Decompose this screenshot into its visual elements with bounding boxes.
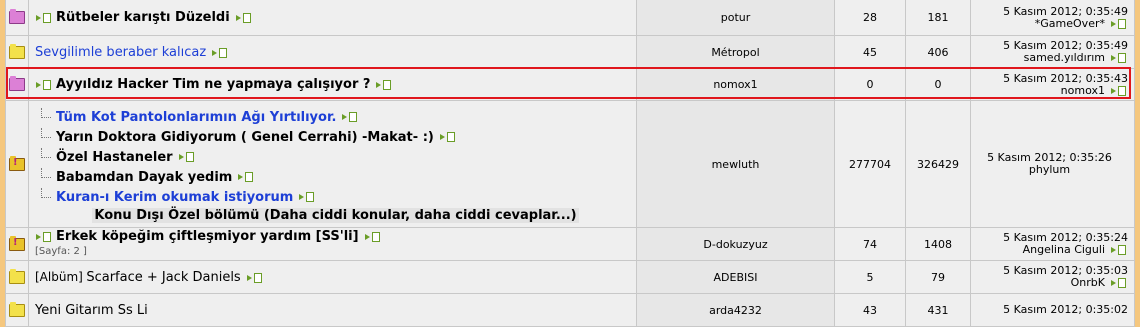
sub-topic-link[interactable]: Yarın Doktora Gidiyorum ( Genel Cerrahi)… [56,130,434,145]
go-to-last-icon[interactable] [178,152,196,162]
topic-table: Rütbeler karıştı Düzeldi potur 28 181 5 … [5,0,1135,327]
sub-topic-link[interactable]: Tüm Kot Pantolonlarımın Ağı Yırtılıyor. [56,110,336,125]
last-post-user[interactable]: nomox1 [1061,84,1105,97]
go-to-last-icon[interactable] [375,80,393,90]
tree-line-icon [41,187,51,198]
last-post-user[interactable]: phylum [1029,163,1070,176]
go-to-last-post-icon[interactable] [1110,18,1128,29]
topic-author[interactable]: potur [636,0,835,36]
go-to-last-post-icon[interactable] [1110,245,1128,255]
folder-icon [5,35,29,69]
view-count: 79 [905,260,971,294]
go-to-new-icon[interactable] [35,80,53,90]
topic-title-link[interactable]: Ayyıldız Hacker Tim ne yapmaya çalışıyor… [56,77,370,92]
last-post-user[interactable]: OnrbK [1071,276,1105,289]
topic-author[interactable]: nomox1 [636,68,835,101]
folder-icon [5,293,29,327]
topic-prefix: [Albüm] [35,269,83,284]
go-to-last-icon[interactable] [235,13,253,23]
topic-author[interactable]: mewluth [636,100,835,228]
topic-author[interactable]: Métropol [636,35,835,69]
go-to-new-icon[interactable] [35,13,53,23]
reply-count: 43 [834,293,906,327]
topic-title-link[interactable]: Scarface + Jack Daniels [86,270,240,285]
go-to-new-icon[interactable] [35,231,53,242]
sub-topic: Tüm Kot Pantolonlarımın Ağı Yırtılıyor. [35,107,636,128]
view-count: 326429 [905,100,971,228]
go-to-last-post-icon[interactable] [1110,85,1128,96]
tree-line-icon [41,107,51,118]
topic-title-link[interactable]: Rütbeler karıştı Düzeldi [56,10,230,25]
table-row: Ayyıldız Hacker Tim ne yapmaya çalışıyor… [5,68,1135,101]
go-to-last-icon[interactable] [439,132,457,142]
reply-count: 74 [834,227,906,261]
table-row: Tüm Kot Pantolonlarımın Ağı Yırtılıyor. … [5,100,1135,228]
reply-count: 45 [834,35,906,69]
go-to-last-icon[interactable] [341,112,359,122]
hot-folder-icon [5,100,29,228]
view-count: 181 [905,0,971,36]
go-to-last-icon[interactable] [246,272,264,283]
view-count: 406 [905,35,971,69]
tree-line-icon [41,167,51,178]
view-count: 431 [905,293,971,327]
sub-topic: Babamdan Dayak yedim [35,167,636,188]
reply-count: 277704 [834,100,906,228]
sub-topic-link[interactable]: Özel Hastaneler [56,150,173,165]
last-post-date: 5 Kasım 2012; 0:35:02 [1003,303,1128,316]
folder-icon [5,260,29,294]
forum-frame: Rütbeler karıştı Düzeldi potur 28 181 5 … [0,0,1140,327]
table-row: [Albüm] Scarface + Jack Daniels ADEBISI … [5,260,1135,294]
topic-title-link[interactable]: Sevgilimle beraber kalıcaz [35,45,206,60]
sub-topic-link[interactable]: Babamdan Dayak yedim [56,170,232,185]
section-link[interactable]: Konu Dışı Özel bölümü (Daha ciddi konula… [92,207,579,223]
topic-author[interactable]: D-dokuzyuz [636,227,835,261]
tree-line-icon [41,147,51,158]
go-to-last-icon[interactable] [237,172,255,182]
go-to-last-icon[interactable] [298,192,316,202]
folder-icon [5,68,29,101]
topic-title-link[interactable]: Yeni Gitarım Ss Li [35,303,148,318]
last-post-user[interactable]: Angelina Ciguli [1023,243,1105,256]
reply-count: 0 [834,68,906,101]
table-row: Sevgilimle beraber kalıcaz Métropol 45 4… [5,35,1135,69]
go-to-last-post-icon[interactable] [1110,278,1128,288]
view-count: 1408 [905,227,971,261]
table-row: Yeni Gitarım Ss Li arda4232 43 431 5 Kas… [5,293,1135,327]
go-to-last-icon[interactable] [211,47,229,58]
hot-folder-icon [5,227,29,261]
table-row: Rütbeler karıştı Düzeldi potur 28 181 5 … [5,0,1135,36]
page-links[interactable]: [Sayfa: 2 ] [35,246,87,257]
sub-topic-link[interactable]: Kuran-ı Kerim okumak istiyorum [56,190,293,205]
go-to-last-icon[interactable] [364,231,382,242]
folder-icon [5,0,29,36]
table-row: Erkek köpeğim çiftleşmiyor yardım [SS'li… [5,227,1135,261]
topic-author[interactable]: ADEBISI [636,260,835,294]
reply-count: 5 [834,260,906,294]
last-post-user[interactable]: *GameOver* [1035,17,1105,30]
view-count: 0 [905,68,971,101]
sub-topic: Yarın Doktora Gidiyorum ( Genel Cerrahi)… [35,127,636,148]
sub-topic: Kuran-ı Kerim okumak istiyorum [35,187,636,208]
tree-line-icon [41,127,51,138]
sub-topic: Özel Hastaneler [35,147,636,168]
topic-title-link[interactable]: Erkek köpeğim çiftleşmiyor yardım [SS'li… [56,229,359,244]
reply-count: 28 [834,0,906,36]
last-post-user[interactable]: samed.yıldırım [1024,51,1105,64]
topic-author[interactable]: arda4232 [636,293,835,327]
go-to-last-post-icon[interactable] [1110,53,1128,63]
